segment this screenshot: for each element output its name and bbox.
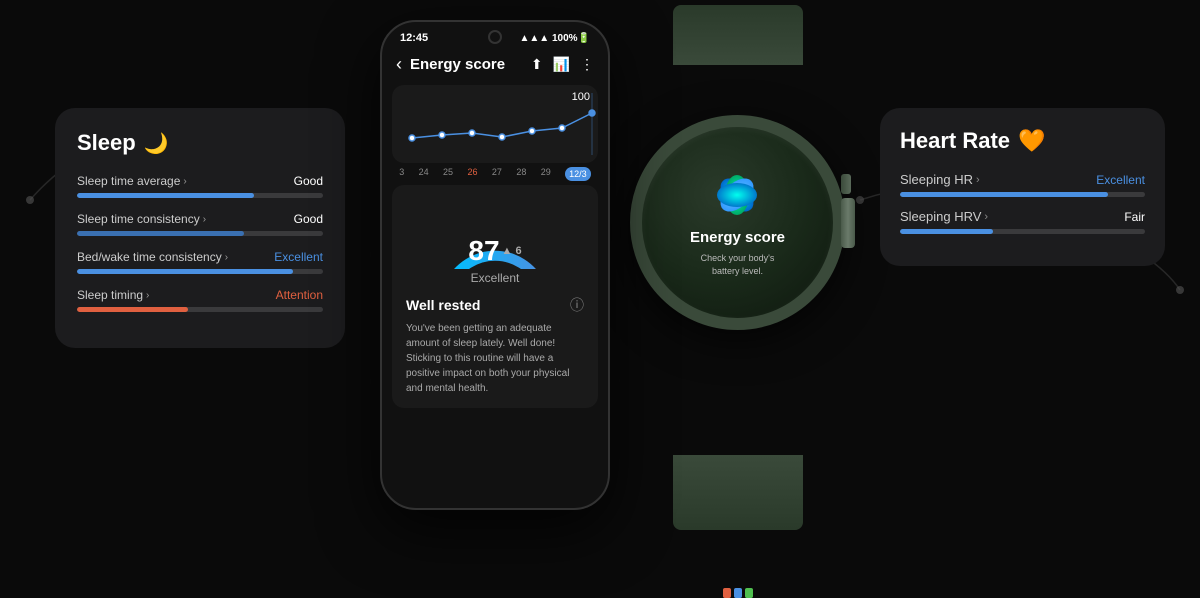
sleep-metric-row: Sleep time consistency › Good: [77, 212, 323, 236]
more-icon[interactable]: ⋮: [580, 56, 594, 73]
band-accent: [723, 588, 731, 598]
watch-crown: [841, 198, 855, 248]
heart-rate-title-text: Heart Rate: [900, 128, 1010, 154]
progress-bar-bg: [77, 231, 323, 236]
hr-progress-fill: [900, 192, 1108, 197]
sleep-metrics: Sleep time average › Good Sleep time con…: [77, 174, 323, 312]
chart-dates: 3 24 25 26 27 28 29 12/3: [392, 167, 598, 181]
score-delta: ▲ 6: [502, 245, 522, 257]
chart-date[interactable]: 24: [419, 167, 429, 181]
metric-label[interactable]: Bed/wake time consistency ›: [77, 250, 228, 264]
hr-progress-bg: [900, 229, 1145, 234]
band-accent: [734, 588, 742, 598]
hr-progress-fill: [900, 229, 993, 234]
progress-bar-bg: [77, 307, 323, 312]
chart-date[interactable]: 3: [399, 167, 404, 181]
sleep-card: Sleep 🌙 Sleep time average › Good Sleep …: [55, 108, 345, 348]
signal-text: ▲▲▲ 100%🔋: [520, 33, 591, 44]
watch-app-sub: Check your body's battery level.: [701, 252, 775, 277]
progress-bar-bg: [77, 269, 323, 274]
chart-date[interactable]: 26: [467, 167, 477, 181]
watch-band-top: [673, 5, 803, 65]
progress-bar-bg: [77, 193, 323, 198]
progress-bar-fill: [77, 307, 188, 312]
phone-container: 12:45 ▲▲▲ 100%🔋 ‹ Energy score ⬆ 📊 ⋮ 100: [380, 20, 610, 510]
back-icon[interactable]: ‹: [396, 54, 402, 75]
sleep-title: Sleep 🌙: [77, 130, 323, 156]
score-label-text: Excellent: [471, 271, 520, 285]
watch-crown-btn: [841, 174, 851, 194]
watch-container: Energy score Check your body's battery l…: [630, 60, 845, 460]
metric-value: Good: [294, 174, 323, 188]
phone-score-area: 87 ▲ 6 Excellent Well rested ⓘ You've be…: [392, 185, 598, 408]
chart-date[interactable]: 25: [443, 167, 453, 181]
chart-date[interactable]: 28: [516, 167, 526, 181]
chart-score-label: 100: [572, 91, 590, 103]
hr-value: Fair: [1124, 210, 1145, 224]
well-rested-body: You've been getting an adequate amount o…: [406, 321, 584, 396]
moon-icon: 🌙: [144, 131, 169, 156]
metric-value: Attention: [276, 288, 323, 302]
hr-metric-row: Sleeping HRV › Fair: [900, 209, 1145, 234]
score-circle: 87 ▲ 6 Excellent: [404, 199, 586, 285]
metric-value: Excellent: [274, 250, 323, 264]
watch-body: Energy score Check your body's battery l…: [630, 115, 845, 330]
watch-app-name: Energy score: [690, 229, 785, 246]
hr-metrics: Sleeping HR › Excellent Sleeping HRV › F…: [900, 172, 1145, 234]
metric-value: Good: [294, 212, 323, 226]
sleep-metric-row: Bed/wake time consistency › Excellent: [77, 250, 323, 274]
chart-date[interactable]: 29: [541, 167, 551, 181]
sleep-metric-row: Sleep timing › Attention: [77, 288, 323, 312]
metric-label[interactable]: Sleep time average ›: [77, 174, 187, 188]
hr-label[interactable]: Sleeping HRV ›: [900, 209, 988, 224]
heart-rate-title: Heart Rate 🧡: [900, 128, 1145, 154]
hr-metric-row: Sleeping HR › Excellent: [900, 172, 1145, 197]
watch-screen: Energy score Check your body's battery l…: [690, 167, 785, 277]
watch-band-accents: [723, 588, 753, 598]
phone: 12:45 ▲▲▲ 100%🔋 ‹ Energy score ⬆ 📊 ⋮ 100: [380, 20, 610, 510]
sleep-metric-row: Sleep time average › Good: [77, 174, 323, 198]
info-icon[interactable]: ⓘ: [570, 295, 584, 315]
hr-progress-bg: [900, 192, 1145, 197]
heart-icon: 🧡: [1018, 128, 1045, 154]
metric-label[interactable]: Sleep timing ›: [77, 288, 149, 302]
phone-notch: [488, 30, 502, 44]
watch-body-wrapper: Energy score Check your body's battery l…: [630, 115, 845, 330]
band-accent: [745, 588, 753, 598]
chart-icon[interactable]: 📊: [553, 56, 570, 73]
chart-date[interactable]: 27: [492, 167, 502, 181]
score-arc: 87 ▲ 6: [435, 199, 555, 269]
score-number: 87 ▲ 6: [468, 235, 521, 267]
well-rested-title: Well rested: [406, 297, 480, 313]
chart-date[interactable]: 12/3: [565, 167, 591, 181]
hr-value: Excellent: [1096, 173, 1145, 187]
watch-band-bottom: [673, 455, 803, 530]
well-rested-section: Well rested ⓘ You've been getting an ade…: [404, 295, 586, 396]
progress-bar-fill: [77, 193, 254, 198]
progress-bar-fill: [77, 269, 293, 274]
phone-time: 12:45: [400, 32, 428, 44]
phone-chart: 100: [392, 85, 598, 163]
phone-title: Energy score: [410, 56, 505, 73]
hr-label[interactable]: Sleeping HR ›: [900, 172, 980, 187]
watch-wrapper: Energy score Check your body's battery l…: [630, 60, 845, 460]
well-rested-header: Well rested ⓘ: [406, 295, 584, 315]
progress-bar-fill: [77, 231, 244, 236]
phone-header: ‹ Energy score ⬆ 📊 ⋮: [382, 48, 608, 81]
heart-rate-card: Heart Rate 🧡 Sleeping HR › Excellent Sle…: [880, 108, 1165, 266]
metric-label[interactable]: Sleep time consistency ›: [77, 212, 206, 226]
header-icons: ⬆ 📊 ⋮: [531, 56, 594, 73]
signal-battery: ▲▲▲ 100%🔋: [520, 33, 591, 44]
sleep-title-text: Sleep: [77, 130, 136, 156]
watch-flower-icon: [705, 167, 770, 223]
share-icon[interactable]: ⬆: [531, 56, 543, 73]
